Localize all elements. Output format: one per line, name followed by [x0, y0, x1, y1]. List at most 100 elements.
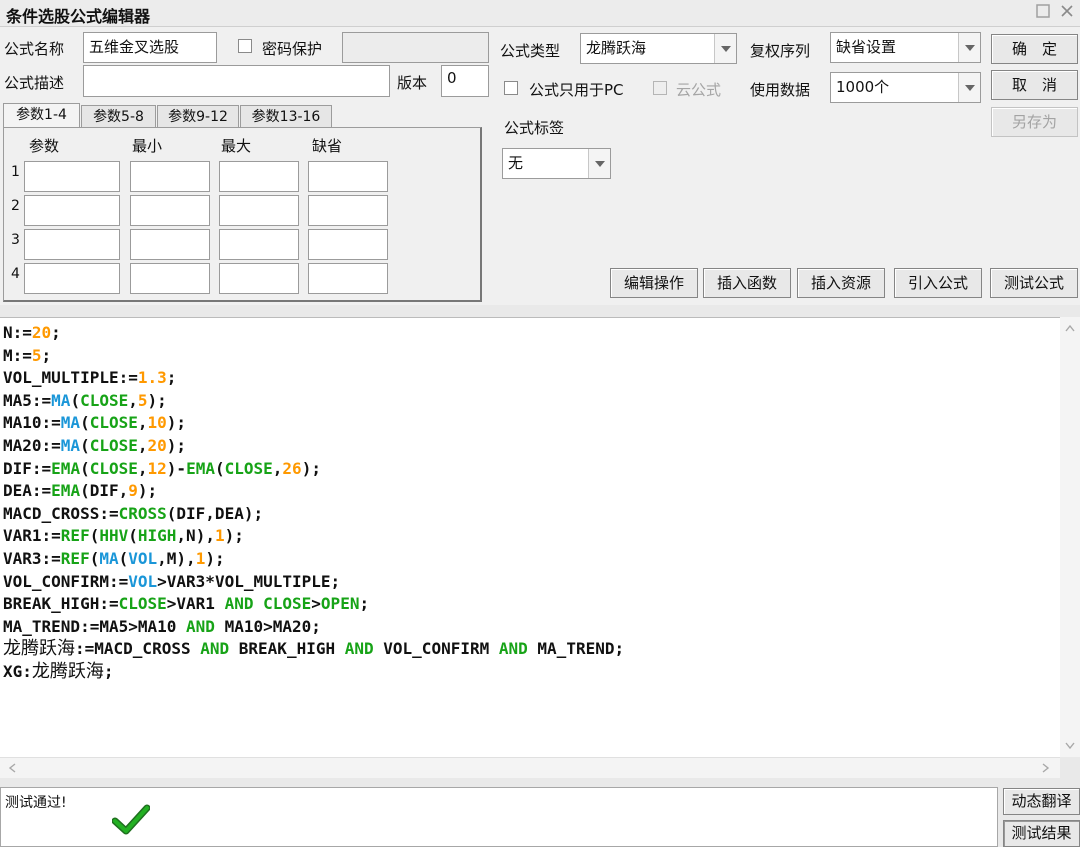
chevron-up-icon	[1065, 324, 1075, 332]
version-input[interactable]: 0	[441, 65, 489, 97]
code-token: VOL_CONFIRM:=	[3, 571, 129, 591]
param-max-input[interactable]	[219, 229, 299, 260]
code-line: N:=20;	[3, 322, 61, 344]
code-function: VOL	[128, 571, 158, 591]
code-token: );	[166, 436, 187, 455]
param-name-input[interactable]	[24, 195, 120, 226]
password-input[interactable]	[342, 32, 489, 63]
code-chinese-name: 龙腾跃海	[31, 661, 104, 682]
param-max-input[interactable]	[219, 161, 299, 192]
password-checkbox[interactable]	[238, 39, 252, 53]
param-max-input[interactable]	[219, 195, 299, 226]
code-token: ;	[166, 368, 177, 388]
fq-select[interactable]: 缺省设置	[830, 32, 981, 63]
restore-icon[interactable]	[1034, 3, 1052, 21]
insert-resource-button[interactable]: 插入资源	[797, 268, 885, 298]
tab-params-9-12[interactable]: 参数9-12	[157, 105, 239, 127]
code-line: MA_TREND:=MA5>MA10 AND MA10>MA20;	[3, 616, 321, 638]
data-select[interactable]: 1000个	[830, 72, 981, 103]
code-token: ,	[128, 390, 138, 410]
horizontal-scrollbar[interactable]	[0, 757, 1060, 778]
chevron-down-icon[interactable]	[958, 73, 980, 102]
code-keyword: EMA	[186, 458, 215, 478]
code-chinese-name: 龙腾跃海	[3, 638, 75, 660]
code-line: MA10:=MA(CLOSE,10);	[3, 412, 186, 434]
code-number: 10	[147, 413, 167, 433]
vertical-scrollbar[interactable]	[1060, 317, 1080, 757]
test-result-button[interactable]: 测试结果	[1003, 820, 1080, 847]
param-row-index: 3	[11, 232, 20, 248]
code-keyword: REF	[60, 526, 90, 546]
code-token: );	[301, 458, 321, 478]
chevron-down-icon[interactable]	[958, 33, 980, 62]
code-token: M:=	[3, 345, 32, 365]
pc-only-checkbox[interactable]	[504, 81, 518, 95]
close-icon[interactable]	[1058, 3, 1076, 21]
code-function: VOL	[128, 549, 158, 568]
code-token: VOL_CONFIRM	[373, 639, 499, 659]
cancel-button[interactable]: 取 消	[991, 70, 1078, 100]
type-label: 公式类型	[500, 42, 561, 60]
param-min-input[interactable]	[130, 263, 210, 294]
code-keyword: EMA	[51, 458, 81, 478]
param-name-input[interactable]	[24, 161, 120, 192]
tab-params-1-4[interactable]: 参数1-4	[3, 103, 80, 127]
tag-select[interactable]: 无	[502, 148, 611, 179]
test-formula-button[interactable]: 测试公式	[990, 268, 1078, 298]
code-keyword: HHV	[99, 526, 129, 546]
code-keyword: AND	[498, 639, 528, 659]
param-default-input[interactable]	[308, 195, 388, 226]
desc-input[interactable]	[83, 65, 390, 97]
code-token: :=MACD_CROSS	[75, 639, 201, 659]
code-keyword: REF	[60, 549, 90, 568]
chevron-down-icon	[1065, 742, 1075, 750]
param-default-input[interactable]	[308, 263, 388, 294]
edit-ops-button[interactable]: 编辑操作	[610, 268, 698, 298]
param-max-input[interactable]	[219, 263, 299, 294]
code-line: VOL_CONFIRM:=VOL>VAR3*VOL_MULTIPLE;	[3, 571, 340, 593]
param-min-input[interactable]	[130, 195, 210, 226]
param-min-input[interactable]	[130, 161, 210, 192]
name-label: 公式名称	[4, 40, 65, 58]
code-token: (	[89, 526, 100, 546]
param-header-max: 最大	[221, 137, 252, 155]
chevron-right-icon	[1042, 763, 1050, 773]
param-default-input[interactable]	[308, 229, 388, 260]
title-bar: 条件选股公式编辑器	[0, 0, 1080, 27]
code-token: BREAK_HIGH	[229, 639, 345, 659]
data-label: 使用数据	[750, 81, 811, 99]
code-keyword: CLOSE	[89, 413, 138, 433]
param-name-input[interactable]	[24, 229, 120, 260]
name-input[interactable]: 五维金叉选股	[83, 32, 217, 63]
ok-button[interactable]: 确 定	[991, 34, 1078, 64]
code-keyword: CLOSE	[89, 436, 138, 455]
param-name-input[interactable]	[24, 263, 120, 294]
param-default-input[interactable]	[308, 161, 388, 192]
insert-function-button[interactable]: 插入函数	[703, 268, 791, 298]
code-function: MA	[51, 390, 71, 410]
code-token: ,	[272, 458, 283, 478]
code-token: MA_TREND:=MA5>MA10	[3, 616, 187, 636]
chevron-down-icon[interactable]	[588, 149, 610, 178]
type-select-value: 龙腾跃海	[586, 39, 647, 57]
code-number: 5	[137, 390, 148, 410]
code-token: VAR1:=	[3, 526, 61, 546]
code-token: BREAK_HIGH:=	[3, 594, 119, 614]
type-select[interactable]: 龙腾跃海	[580, 33, 737, 64]
code-token: ,M),	[157, 549, 196, 568]
code-keyword: CLOSE	[118, 594, 167, 614]
chevron-down-icon[interactable]	[714, 34, 736, 63]
code-number: 5	[31, 345, 42, 365]
tab-params-5-8[interactable]: 参数5-8	[81, 105, 156, 127]
code-token: >VAR1	[166, 594, 225, 614]
import-formula-button[interactable]: 引入公式	[894, 268, 982, 298]
param-min-input[interactable]	[130, 229, 210, 260]
code-editor[interactable]: N:=20; M:=5; VOL_MULTIPLE:=1.3; MA5:=MA(CLO…	[0, 317, 1060, 758]
dynamic-translate-button[interactable]: 动态翻译	[1003, 788, 1080, 815]
code-keyword: OPEN	[320, 594, 360, 614]
code-token: DIF:=	[3, 458, 52, 478]
tab-params-13-16[interactable]: 参数13-16	[240, 105, 332, 127]
save-as-button: 另存为	[991, 107, 1078, 137]
code-number: 20	[147, 436, 167, 455]
code-keyword: CLOSE	[224, 458, 273, 478]
